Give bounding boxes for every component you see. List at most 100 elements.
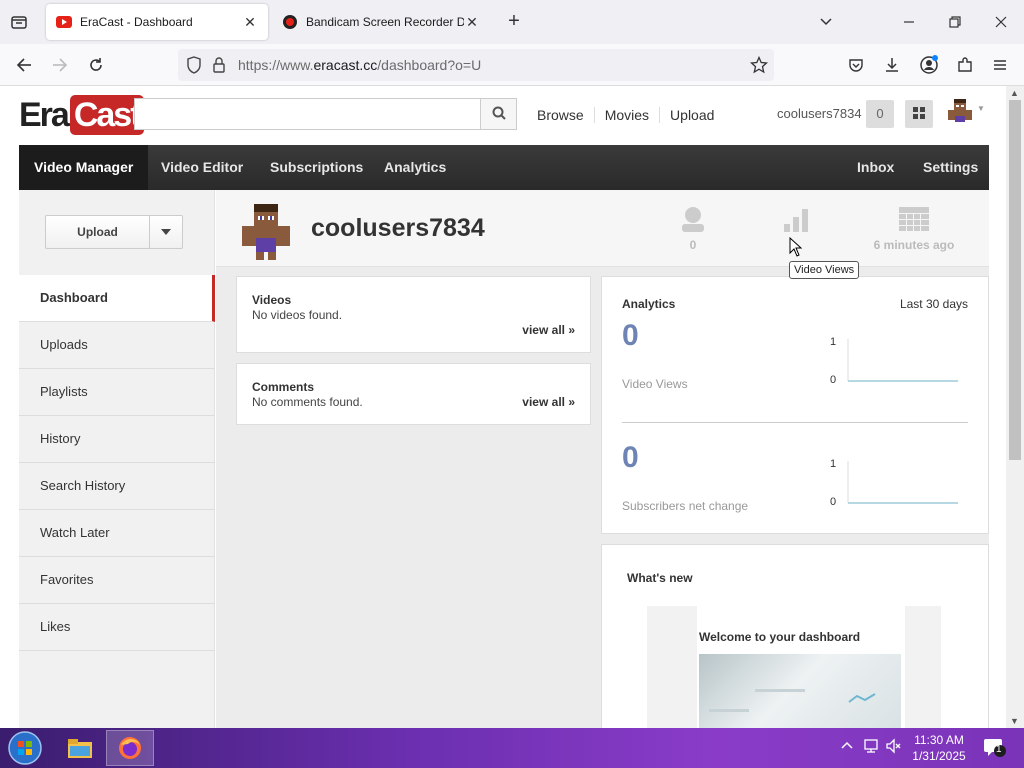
forward-arrow-icon[interactable]: [48, 53, 72, 77]
search-input[interactable]: [134, 98, 482, 130]
sidebar-item-dashboard[interactable]: Dashboard: [19, 275, 215, 322]
bar-chart-icon: [784, 209, 808, 232]
sidebar-item-playlists[interactable]: Playlists: [19, 369, 215, 416]
scroll-down-icon[interactable]: ▼: [1010, 716, 1019, 726]
action-center-badge: 1: [996, 744, 1002, 755]
sidebar-item-likes[interactable]: Likes: [19, 604, 215, 651]
browse-link[interactable]: Browse: [537, 107, 594, 123]
videos-card-title: Videos: [252, 293, 292, 307]
back-arrow-icon[interactable]: [12, 53, 36, 77]
reload-icon[interactable]: [84, 53, 108, 77]
upload-button[interactable]: Upload: [45, 215, 149, 249]
download-icon[interactable]: [880, 53, 904, 77]
views-axis-top: 1: [830, 336, 837, 348]
minimize-icon[interactable]: [897, 10, 921, 34]
tab-title: Bandicam Screen Recorder Dow: [306, 15, 464, 29]
pocket-icon[interactable]: [844, 53, 868, 77]
upload-dropdown-button[interactable]: [149, 215, 183, 249]
upload-link[interactable]: Upload: [659, 107, 724, 123]
network-icon[interactable]: [863, 738, 881, 757]
header-username[interactable]: coolusers7834: [777, 106, 862, 121]
notification-count-badge[interactable]: 0: [866, 100, 894, 128]
sidebar: Upload Dashboard Uploads Playlists Histo…: [19, 190, 215, 728]
nav-video-manager[interactable]: Video Manager: [19, 145, 149, 190]
comments-card: Comments No comments found. view all »: [236, 363, 591, 425]
user-avatar[interactable]: [945, 97, 975, 127]
taskbar-file-explorer[interactable]: [56, 730, 104, 766]
subscribers-stat: 0: [676, 206, 710, 252]
eracast-logo[interactable]: Era Cast: [19, 95, 144, 135]
clock-time: 11:30 AM: [914, 733, 964, 747]
action-center-icon[interactable]: 1: [982, 736, 1006, 761]
nav-analytics[interactable]: Analytics: [384, 145, 446, 190]
views-stat[interactable]: [780, 206, 812, 238]
profile-avatar[interactable]: [236, 200, 296, 260]
extensions-puzzle-icon[interactable]: [953, 53, 977, 77]
movies-link[interactable]: Movies: [593, 107, 659, 123]
comments-view-all-link[interactable]: view all »: [522, 395, 575, 409]
close-tab-icon[interactable]: ✕: [464, 14, 480, 30]
subs-axis-bottom: 0: [830, 496, 837, 508]
main-nav: Video Manager Video Editor Subscriptions…: [19, 145, 989, 190]
windows-taskbar: 11:30 AM 1/31/2025 1: [0, 728, 1024, 768]
new-tab-plus-icon[interactable]: +: [504, 11, 524, 32]
subscribers-count: 0: [689, 238, 697, 252]
whats-new-slide[interactable]: Welcome to your dashboard: [697, 606, 905, 728]
analytics-card: Analytics Last 30 days 0 Video Views 1 0…: [601, 276, 989, 534]
caret-down-icon[interactable]: ▼: [977, 104, 985, 113]
firefox-icon: [119, 737, 141, 759]
grid-icon: [913, 106, 925, 122]
videos-view-all-link[interactable]: view all »: [522, 323, 575, 337]
nav-video-editor[interactable]: Video Editor: [161, 145, 243, 190]
chevron-down-icon[interactable]: [816, 12, 836, 32]
address-bar[interactable]: https://www.eracast.cc/dashboard?o=U: [178, 49, 774, 81]
sidebar-item-favorites[interactable]: Favorites: [19, 557, 215, 604]
page-scrollbar[interactable]: ▲ ▼: [1006, 86, 1024, 728]
profile-strip: coolusers7834 0 6 minutes ago: [216, 190, 989, 267]
restore-window-icon[interactable]: [943, 10, 967, 34]
tab-eracast-dashboard[interactable]: EraCast - Dashboard ✕: [46, 4, 268, 40]
views-sparkline: [847, 339, 958, 382]
videos-card: Videos No videos found. view all »: [236, 276, 591, 353]
account-icon[interactable]: [917, 53, 941, 77]
video-views-label: Video Views: [622, 377, 688, 391]
start-button[interactable]: [6, 730, 44, 766]
folder-icon: [68, 739, 92, 758]
browser-toolbar: https://www.eracast.cc/dashboard?o=U: [0, 44, 1024, 86]
tab-list-icon[interactable]: [8, 11, 30, 33]
windows-logo-icon: [8, 731, 42, 765]
logo-cast: Cast: [69, 95, 144, 135]
show-hidden-icons[interactable]: [840, 738, 854, 755]
nav-inbox[interactable]: Inbox: [857, 145, 894, 190]
scroll-up-icon[interactable]: ▲: [1010, 88, 1019, 98]
nav-settings[interactable]: Settings: [923, 145, 978, 190]
search-button[interactable]: [480, 98, 517, 130]
apps-grid-button[interactable]: [905, 100, 933, 128]
hamburger-menu-icon[interactable]: [988, 53, 1012, 77]
sidebar-item-search-history[interactable]: Search History: [19, 463, 215, 510]
volume-muted-icon[interactable]: [885, 738, 903, 757]
lock-icon[interactable]: [212, 56, 226, 77]
video-views-tooltip: Video Views: [789, 261, 860, 279]
subscribers-change-label: Subscribers net change: [622, 499, 749, 513]
system-clock[interactable]: 11:30 AM 1/31/2025: [906, 732, 972, 764]
taskbar-firefox[interactable]: [106, 730, 154, 766]
tab-bandicam[interactable]: Bandicam Screen Recorder Dow ✕: [272, 4, 490, 40]
sidebar-item-history[interactable]: History: [19, 416, 215, 463]
comments-card-title: Comments: [252, 380, 315, 394]
close-window-icon[interactable]: [989, 10, 1013, 34]
url-text[interactable]: https://www.eracast.cc/dashboard?o=U: [238, 57, 481, 73]
bookmark-star-icon[interactable]: [749, 55, 769, 77]
sidebar-item-uploads[interactable]: Uploads: [19, 322, 215, 369]
analytics-title: Analytics: [622, 297, 676, 311]
nav-subscriptions[interactable]: Subscriptions: [270, 145, 363, 190]
last-activity-stat: 6 minutes ago: [872, 206, 956, 252]
sidebar-item-watch-later[interactable]: Watch Later: [19, 510, 215, 557]
tab-title: EraCast - Dashboard: [80, 15, 193, 29]
scrollbar-thumb[interactable]: [1009, 100, 1021, 460]
profile-name: coolusers7834: [311, 214, 485, 242]
video-views-value: 0: [622, 319, 639, 352]
shield-icon[interactable]: [186, 56, 202, 77]
analytics-range[interactable]: Last 30 days: [900, 297, 968, 311]
close-tab-icon[interactable]: ✕: [242, 14, 258, 30]
